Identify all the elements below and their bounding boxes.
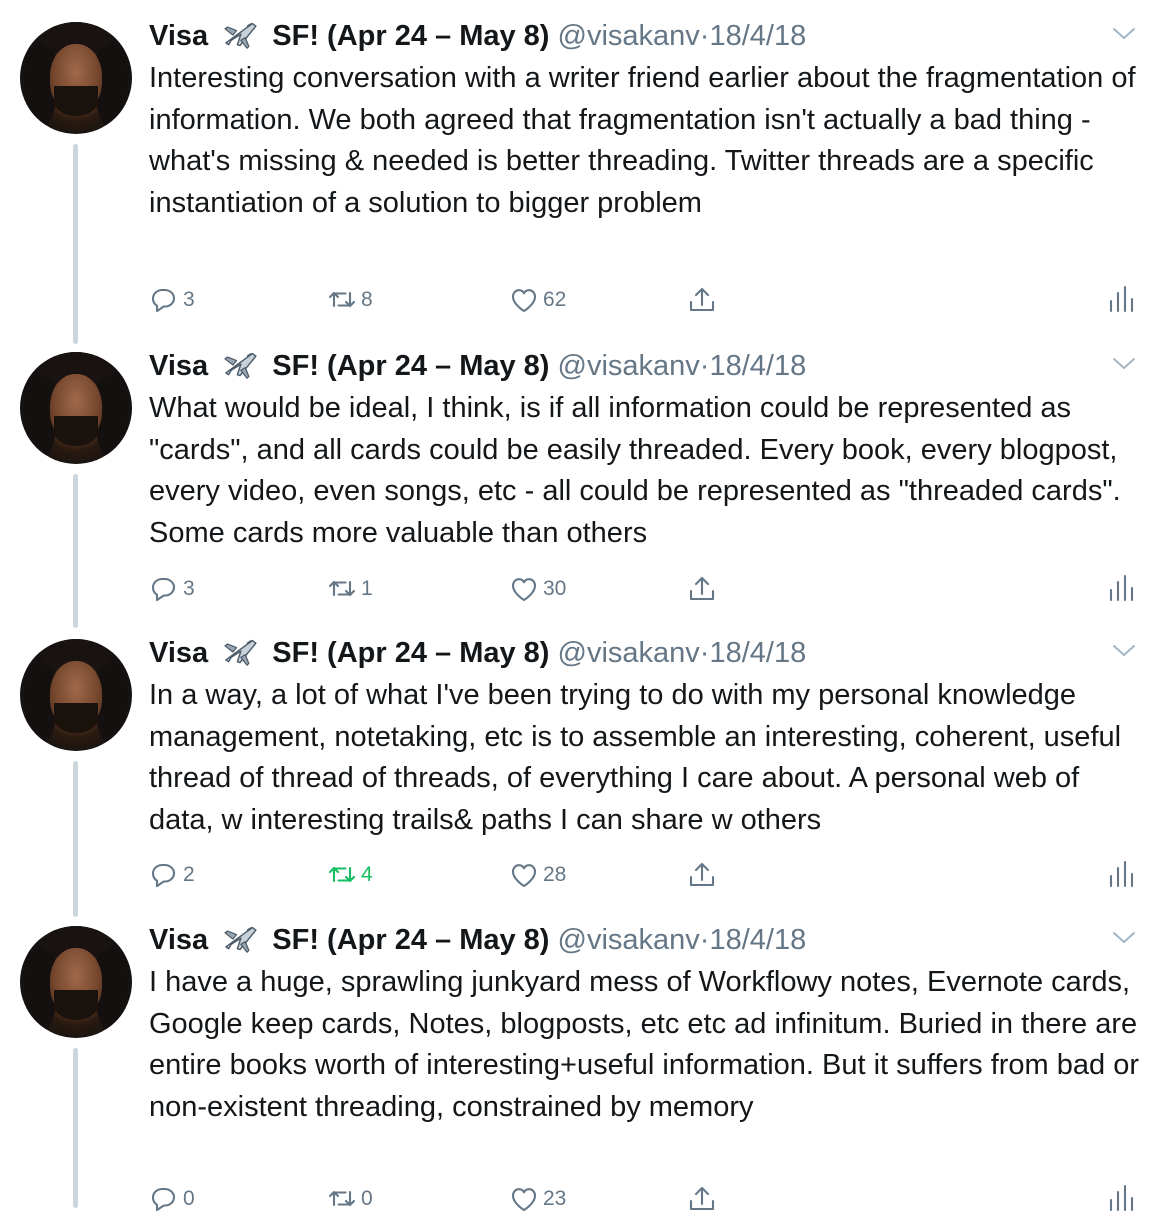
like-button[interactable]: 28 (509, 858, 566, 892)
reply-count: 3 (183, 288, 195, 311)
airplane-icon (224, 352, 257, 379)
retweet-icon (328, 866, 356, 883)
heart-icon (511, 1188, 537, 1212)
reply-count: 2 (183, 863, 195, 886)
retweet-count: 1 (361, 577, 373, 600)
retweet-count: 8 (361, 288, 373, 311)
like-count: 23 (543, 1187, 567, 1210)
airplane-icon (224, 926, 257, 953)
retweet-button[interactable]: 8 (327, 283, 373, 317)
tweet-actions: 0 0 23 (149, 1182, 1139, 1216)
like-count: 30 (543, 577, 567, 600)
avatar[interactable] (20, 352, 132, 464)
share-icon (689, 1186, 715, 1211)
tweet-actions: 3 8 62 (149, 283, 1139, 317)
analytics-button[interactable] (1105, 1182, 1135, 1216)
author-name-suffix[interactable]: SF! (Apr 24 – May 8) (272, 350, 549, 382)
author-name-suffix[interactable]: SF! (Apr 24 – May 8) (272, 924, 549, 956)
like-button[interactable]: 23 (509, 1182, 566, 1216)
reply-icon (151, 863, 176, 888)
retweet-count: 4 (361, 863, 373, 886)
heart-icon (511, 289, 537, 313)
reply-button[interactable]: 2 (149, 858, 195, 892)
tweet-date[interactable]: 18/4/18 (709, 20, 806, 52)
avatar[interactable] (20, 926, 132, 1038)
tweet-text: I have a huge, sprawling junkyard mess o… (149, 966, 1139, 1124)
chevron-down-icon[interactable] (1112, 643, 1136, 659)
retweet-button[interactable]: 4 (327, 858, 373, 892)
tweet-date[interactable]: 18/4/18 (709, 637, 806, 669)
thread-connector-line (73, 144, 78, 344)
author-handle[interactable]: @visakanv (558, 637, 700, 669)
author-name[interactable]: Visa (149, 924, 208, 956)
share-button[interactable] (687, 283, 717, 317)
share-button[interactable] (687, 572, 717, 606)
chevron-down-icon[interactable] (1112, 26, 1136, 42)
like-button[interactable]: 62 (509, 283, 566, 317)
share-icon (689, 576, 715, 601)
author-name-suffix[interactable]: SF! (Apr 24 – May 8) (272, 20, 549, 52)
tweet-text: Interesting conversation with a writer f… (149, 62, 1136, 220)
retweet-icon (328, 291, 356, 308)
reply-count: 3 (183, 577, 195, 600)
avatar[interactable] (20, 22, 132, 134)
retweet-button[interactable]: 0 (327, 1182, 373, 1216)
retweet-icon (328, 1190, 356, 1207)
chevron-down-icon[interactable] (1112, 930, 1136, 946)
share-icon (689, 287, 715, 312)
retweet-button[interactable]: 1 (327, 572, 373, 606)
reply-button[interactable]: 3 (149, 572, 195, 606)
share-button[interactable] (687, 858, 717, 892)
reply-icon (151, 1187, 176, 1212)
heart-icon (511, 864, 537, 888)
author-handle[interactable]: @visakanv (558, 924, 700, 956)
tweet-text: What would be ideal, I think, is if all … (149, 392, 1121, 550)
analytics-button[interactable] (1105, 858, 1135, 892)
retweet-icon (328, 580, 356, 597)
tweet-header: Visa SF! (Apr 24 – May 8) @visakanv·18/4… (149, 18, 806, 54)
author-name[interactable]: Visa (149, 20, 208, 52)
author-name-suffix[interactable]: SF! (Apr 24 – May 8) (272, 637, 549, 669)
analytics-icon (1109, 574, 1134, 602)
share-icon (689, 862, 715, 887)
author-name[interactable]: Visa (149, 350, 208, 382)
analytics-icon (1109, 860, 1134, 888)
thread-connector-line (73, 761, 78, 917)
share-button[interactable] (687, 1182, 717, 1216)
author-name[interactable]: Visa (149, 637, 208, 669)
analytics-icon (1109, 1184, 1134, 1212)
heart-icon (511, 578, 537, 602)
tweet-actions: 2 4 28 (149, 858, 1139, 892)
tweet-header: Visa SF! (Apr 24 – May 8) @visakanv·18/4… (149, 635, 806, 671)
analytics-button[interactable] (1105, 572, 1135, 606)
reply-icon (151, 288, 176, 313)
like-count: 62 (543, 288, 567, 311)
reply-icon (151, 577, 176, 602)
chevron-down-icon[interactable] (1112, 356, 1136, 372)
avatar[interactable] (20, 639, 132, 751)
tweet-date[interactable]: 18/4/18 (709, 924, 806, 956)
airplane-icon (224, 22, 257, 49)
thread-connector-line (73, 1048, 78, 1208)
airplane-icon (224, 639, 257, 666)
reply-button[interactable]: 0 (149, 1182, 195, 1216)
reply-count: 0 (183, 1187, 195, 1210)
author-handle[interactable]: @visakanv (558, 350, 700, 382)
tweet-text: In a way, a lot of what I've been trying… (149, 679, 1122, 837)
analytics-icon (1109, 285, 1134, 313)
author-handle[interactable]: @visakanv (558, 20, 700, 52)
like-button[interactable]: 30 (509, 572, 566, 606)
analytics-button[interactable] (1105, 283, 1135, 317)
reply-button[interactable]: 3 (149, 283, 195, 317)
retweet-count: 0 (361, 1187, 373, 1210)
tweet-actions: 3 1 30 (149, 572, 1139, 606)
tweet-date[interactable]: 18/4/18 (709, 350, 806, 382)
tweet-header: Visa SF! (Apr 24 – May 8) @visakanv·18/4… (149, 922, 806, 958)
thread-connector-line (73, 474, 78, 628)
like-count: 28 (543, 863, 567, 886)
tweet-header: Visa SF! (Apr 24 – May 8) @visakanv·18/4… (149, 348, 806, 384)
